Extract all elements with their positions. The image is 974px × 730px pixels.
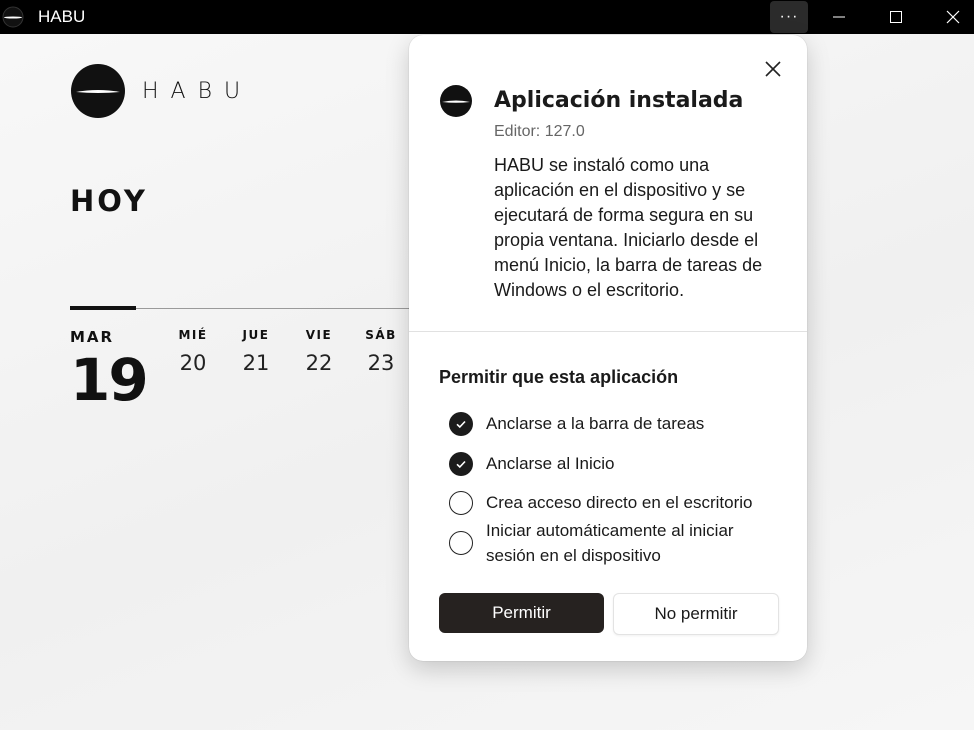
day-item[interactable]: VIE 22 xyxy=(299,328,339,375)
day-number: 20 xyxy=(179,351,207,375)
allow-button[interactable]: Permitir xyxy=(439,593,604,633)
permissions-title: Permitir que esta aplicación xyxy=(439,367,679,387)
brand-logo-icon xyxy=(71,64,125,118)
day-number: 19 xyxy=(70,346,149,414)
day-name: MIÉ xyxy=(178,328,208,342)
day-item[interactable]: SÁB 23 xyxy=(361,328,401,375)
maximize-icon xyxy=(890,11,902,23)
option-pin-start[interactable]: Anclarse al Inicio xyxy=(449,451,615,476)
day-item[interactable]: JUE 21 xyxy=(236,328,276,375)
option-label: Anclarse a la barra de tareas xyxy=(486,414,705,433)
minimize-button[interactable] xyxy=(820,0,858,34)
close-icon xyxy=(946,10,960,24)
dialog-divider xyxy=(409,331,807,332)
brand-name: HABU xyxy=(142,79,253,104)
day-number: 21 xyxy=(242,351,270,375)
day-number: 22 xyxy=(305,351,333,375)
option-auto-start[interactable]: Iniciar automáticamente al iniciar sesió… xyxy=(449,518,766,568)
more-options-button[interactable]: ··· xyxy=(770,1,808,33)
calendar-active-indicator xyxy=(70,306,136,310)
page-heading: HOY xyxy=(70,184,148,218)
more-icon: ··· xyxy=(779,8,799,25)
day-item-selected[interactable]: MAR 19 xyxy=(70,328,149,414)
checkmark-icon xyxy=(456,460,466,468)
habu-logo-icon xyxy=(2,6,24,28)
day-item[interactable]: MIÉ 20 xyxy=(173,328,213,375)
close-window-button[interactable] xyxy=(934,0,972,34)
app-icon xyxy=(440,85,472,117)
checkbox-unchecked[interactable] xyxy=(449,531,473,555)
dialog-description: HABU se instaló como una aplicación en e… xyxy=(494,155,763,300)
dialog-title: Aplicación instalada xyxy=(494,88,744,113)
option-desktop-shortcut[interactable]: Crea acceso directo en el escritorio xyxy=(449,490,752,515)
minimize-icon xyxy=(833,16,845,18)
title-bar: HABU ··· xyxy=(0,0,974,34)
option-pin-taskbar[interactable]: Anclarse a la barra de tareas xyxy=(449,411,704,436)
deny-button[interactable]: No permitir xyxy=(613,593,779,635)
checkmark-icon xyxy=(456,420,466,428)
window-title: HABU xyxy=(38,7,86,26)
dialog-close-icon[interactable] xyxy=(761,57,785,81)
option-label: Iniciar automáticamente al iniciar sesió… xyxy=(486,521,734,565)
option-label: Anclarse al Inicio xyxy=(486,454,615,473)
checkbox-unchecked[interactable] xyxy=(449,490,473,515)
app-installed-dialog: Aplicación instalada Editor: 127.0 HABU … xyxy=(409,35,807,661)
checkbox-checked[interactable] xyxy=(449,411,473,436)
option-label: Crea acceso directo en el escritorio xyxy=(486,493,753,512)
dialog-editor: Editor: 127.0 xyxy=(494,123,585,140)
day-name: JUE xyxy=(242,328,270,342)
day-name: MAR xyxy=(70,328,115,346)
maximize-button[interactable] xyxy=(877,0,915,34)
day-number: 23 xyxy=(367,351,395,375)
day-name: SÁB xyxy=(365,328,397,342)
checkbox-checked[interactable] xyxy=(449,451,473,476)
day-name: VIE xyxy=(305,328,333,342)
